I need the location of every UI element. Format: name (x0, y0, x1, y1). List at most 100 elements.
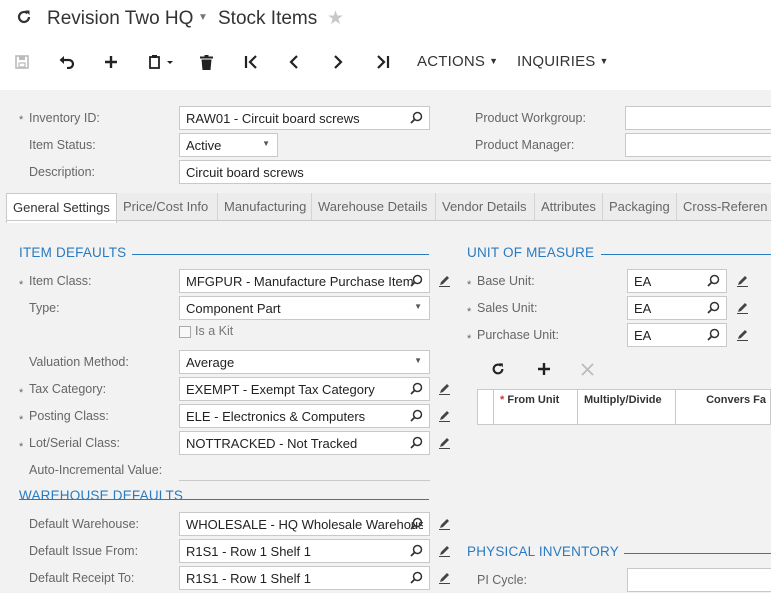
posting-class-field[interactable]: ELE - Electronics & Computers (179, 404, 430, 428)
chevron-down-icon: ▼ (414, 356, 422, 365)
product-workgroup-field[interactable] (625, 106, 771, 130)
grid-header-multiply-divide[interactable]: Multiply/Divide (578, 390, 676, 424)
tab-cross-reference[interactable]: Cross-Referen (677, 193, 771, 221)
description-field[interactable]: Circuit board screws (179, 160, 771, 184)
base-unit-field[interactable]: EA (627, 269, 727, 293)
auto-incremental-field[interactable] (179, 480, 430, 481)
edit-pencil-icon[interactable] (438, 436, 452, 450)
tab-attributes[interactable]: Attributes (535, 193, 603, 221)
edit-pencil-icon[interactable] (736, 301, 750, 315)
section-divider (624, 553, 771, 554)
search-icon[interactable] (410, 544, 424, 558)
tab-packaging[interactable]: Packaging (603, 193, 677, 221)
tab-vendor-details[interactable]: Vendor Details (436, 193, 535, 221)
product-workgroup-label: Product Workgroup: (475, 111, 586, 125)
is-kit-checkbox[interactable] (179, 326, 191, 338)
edit-pencil-icon[interactable] (438, 544, 452, 558)
screen-title: Stock Items (218, 8, 318, 29)
search-icon[interactable] (410, 517, 424, 531)
add-row-icon[interactable] (537, 362, 551, 379)
tax-category-field[interactable]: EXEMPT - Exempt Tax Category (179, 377, 430, 401)
search-icon[interactable] (410, 382, 424, 396)
search-icon[interactable] (410, 274, 424, 288)
type-label: Type: (29, 301, 60, 315)
search-icon[interactable] (410, 409, 424, 423)
chevron-down-icon[interactable]: ▼ (198, 12, 208, 23)
copy-paste-icon[interactable] (144, 42, 178, 82)
search-icon[interactable] (410, 436, 424, 450)
undo-icon[interactable] (56, 42, 78, 82)
type-select[interactable]: Component Part ▼ (179, 296, 430, 320)
title-bar: Revision Two HQ ▼ Stock Items ★ (0, 0, 771, 40)
inventory-id-field[interactable]: RAW01 - Circuit board screws (179, 106, 430, 130)
tax-category-label: Tax Category: (29, 382, 107, 396)
chevron-down-icon: ▼ (489, 56, 499, 66)
product-manager-label: Product Manager: (475, 138, 575, 152)
refresh-icon[interactable] (16, 9, 32, 30)
search-icon[interactable] (707, 301, 721, 315)
required-marker: * (467, 333, 472, 345)
default-receipt-to-field[interactable]: R1S1 - Row 1 Shelf 1 (179, 566, 430, 590)
edit-pencil-icon[interactable] (438, 517, 452, 531)
required-marker: * (19, 414, 24, 426)
auto-incremental-label: Auto-Incremental Value: (29, 463, 163, 477)
default-issue-from-label: Default Issue From: (29, 544, 139, 558)
previous-record-icon[interactable] (283, 42, 305, 82)
valuation-method-label: Valuation Method: (29, 355, 129, 369)
next-record-icon[interactable] (327, 42, 349, 82)
search-icon[interactable] (410, 571, 424, 585)
item-status-select[interactable]: Active ▼ (179, 133, 278, 157)
chevron-down-icon: ▼ (414, 302, 422, 311)
save-icon[interactable] (12, 42, 32, 82)
lot-serial-class-field[interactable]: NOTTRACKED - Not Tracked (179, 431, 430, 455)
actions-menu[interactable]: ACTIONS ▼ (417, 53, 498, 70)
delete-row-icon[interactable] (581, 363, 594, 379)
sales-unit-field[interactable]: EA (627, 296, 727, 320)
last-record-icon[interactable] (372, 42, 394, 82)
required-marker: * (500, 394, 505, 406)
pi-cycle-field[interactable] (627, 568, 771, 592)
tab-manufacturing[interactable]: Manufacturing (218, 193, 312, 221)
edit-pencil-icon[interactable] (438, 382, 452, 396)
inquiries-menu[interactable]: INQUIRIES ▼ (517, 53, 609, 70)
lot-serial-class-label: Lot/Serial Class: (29, 436, 121, 450)
is-kit-label: Is a Kit (195, 324, 234, 338)
company-title[interactable]: Revision Two HQ (47, 8, 193, 30)
star-icon[interactable]: ★ (327, 7, 344, 30)
edit-pencil-icon[interactable] (438, 274, 452, 288)
tab-divider (6, 220, 771, 221)
inventory-id-label: Inventory ID: (29, 111, 100, 125)
item-status-label: Item Status: (29, 138, 96, 152)
product-manager-field[interactable] (625, 133, 771, 157)
grid-header-from-unit[interactable]: * From Unit (494, 390, 578, 424)
physical-inventory-title: PHYSICAL INVENTORY (467, 544, 619, 559)
purchase-unit-field[interactable]: EA (627, 323, 727, 347)
edit-pencil-icon[interactable] (438, 571, 452, 585)
valuation-method-select[interactable]: Average ▼ (179, 350, 430, 374)
tab-bar: General Settings Price/Cost Info Manufac… (6, 193, 771, 223)
first-record-icon[interactable] (240, 42, 262, 82)
refresh-icon[interactable] (491, 362, 505, 379)
item-class-label: Item Class: (29, 274, 92, 288)
grid-row-selector[interactable] (478, 390, 494, 424)
tab-price-cost-info[interactable]: Price/Cost Info (117, 193, 218, 221)
search-icon[interactable] (707, 274, 721, 288)
delete-icon[interactable] (196, 42, 216, 82)
item-class-field[interactable]: MFGPUR - Manufacture Purchase Item (179, 269, 430, 293)
item-defaults-title: ITEM DEFAULTS (19, 245, 127, 260)
search-icon[interactable] (707, 328, 721, 342)
tab-general-settings[interactable]: General Settings (6, 193, 117, 223)
edit-pencil-icon[interactable] (736, 274, 750, 288)
section-divider (601, 254, 771, 255)
search-icon[interactable] (410, 111, 424, 125)
default-issue-from-field[interactable]: R1S1 - Row 1 Shelf 1 (179, 539, 430, 563)
default-warehouse-field[interactable]: WHOLESALE - HQ Wholesale Warehouse (179, 512, 430, 536)
edit-pencil-icon[interactable] (438, 409, 452, 423)
warehouse-defaults-title: WAREHOUSE DEFAULTS (19, 488, 184, 503)
grid-header-conversion-factor[interactable]: Convers Fa (676, 390, 771, 424)
sales-unit-label: Sales Unit: (477, 301, 538, 315)
edit-pencil-icon[interactable] (736, 328, 750, 342)
add-icon[interactable] (100, 42, 122, 82)
tab-warehouse-details[interactable]: Warehouse Details (312, 193, 436, 221)
conversion-grid: * From Unit Multiply/Divide Convers Fa (477, 389, 771, 425)
